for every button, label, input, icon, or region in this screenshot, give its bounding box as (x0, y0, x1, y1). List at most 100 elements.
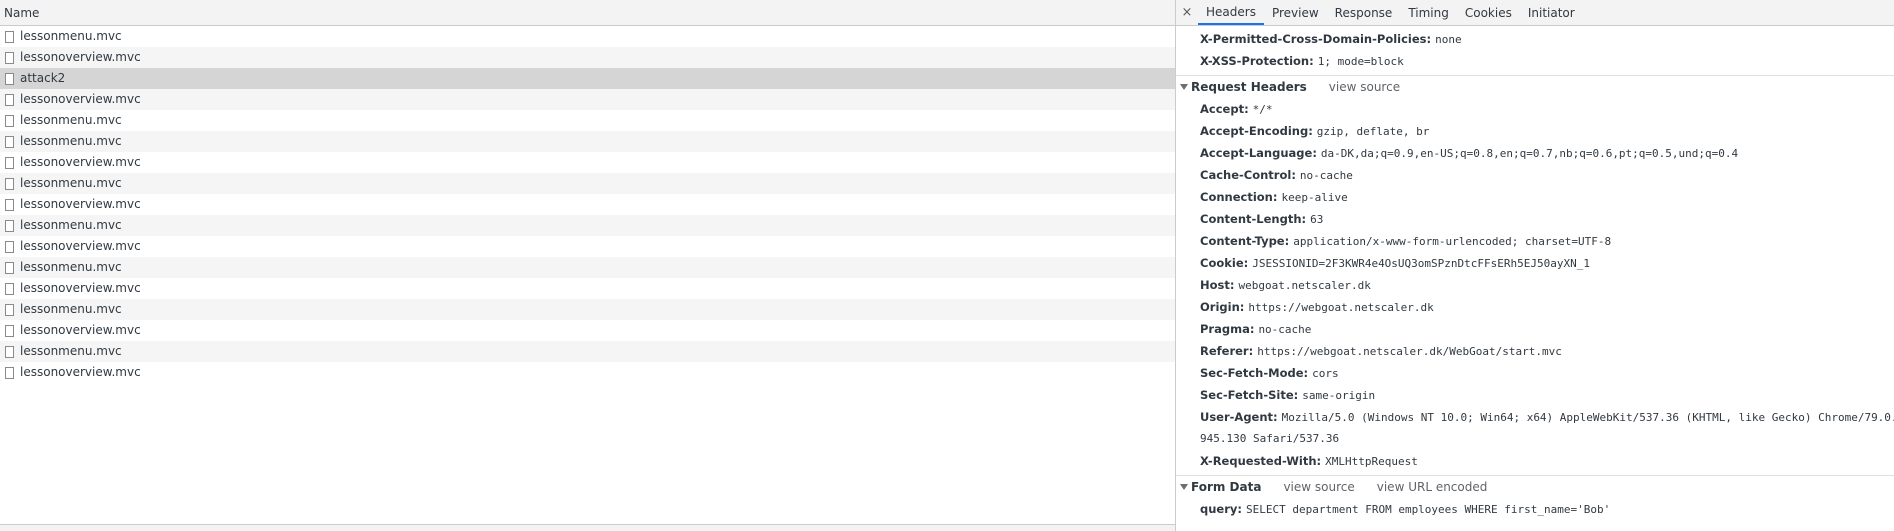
request-name: lessonoverview.mvc (20, 197, 141, 211)
file-icon (5, 156, 14, 169)
request-row[interactable]: lessonmenu.mvc (0, 173, 1175, 194)
request-row[interactable]: lessonmenu.mvc (0, 131, 1175, 152)
header-row: X-Requested-With: XMLHttpRequest (1176, 450, 1894, 472)
response-headers-list: X-Permitted-Cross-Domain-Policies: none X-… (1176, 28, 1894, 72)
request-row[interactable]: lessonoverview.mvc (0, 194, 1175, 215)
request-row[interactable]: lessonoverview.mvc (0, 89, 1175, 110)
header-key: Accept-Encoding: (1200, 124, 1313, 138)
request-row[interactable]: lessonoverview.mvc (0, 236, 1175, 257)
tab-initiator[interactable]: Initiator (1520, 0, 1583, 25)
header-row: User-Agent: Mozilla/5.0 (Windows NT 10.0;… (1176, 406, 1894, 428)
header-key: Origin: (1200, 300, 1245, 314)
request-row[interactable]: lessonoverview.mvc (0, 278, 1175, 299)
request-row[interactable]: lessonmenu.mvc (0, 341, 1175, 362)
request-row[interactable]: lessonmenu.mvc (0, 299, 1175, 320)
details-tab-bar: × Headers Preview Response Timing Cookies Ini… (1176, 0, 1894, 26)
view-source-link[interactable]: view source (1329, 76, 1400, 98)
header-value: gzip, deflate, br (1316, 125, 1430, 138)
request-row[interactable]: lessonmenu.mvc (0, 215, 1175, 236)
form-data-title: Form Data (1191, 480, 1262, 494)
header-row: Host: webgoat.netscaler.dk (1176, 274, 1894, 296)
request-name: lessonmenu.mvc (20, 260, 122, 274)
header-row: Accept-Encoding: gzip, deflate, br (1176, 120, 1894, 142)
header-value: https://webgoat.netscaler.dk (1248, 301, 1434, 314)
header-value: */* (1252, 103, 1273, 116)
request-name: lessonmenu.mvc (20, 134, 122, 148)
header-row: Referer: https://webgoat.netscaler.dk/Web… (1176, 340, 1894, 362)
header-value: same-origin (1302, 389, 1376, 402)
tab-headers[interactable]: Headers (1198, 0, 1264, 25)
form-view-source-link[interactable]: view source (1283, 476, 1354, 498)
file-icon (5, 303, 14, 316)
file-icon (5, 240, 14, 253)
header-key: X-XSS-Protection: (1200, 54, 1314, 68)
header-row: Sec-Fetch-Site: same-origin (1176, 384, 1894, 406)
header-key: Accept-Language: (1200, 146, 1317, 160)
request-row[interactable]: attack2 (0, 68, 1175, 89)
header-value: 63 (1310, 213, 1324, 226)
tab-response[interactable]: Response (1327, 0, 1401, 25)
request-row[interactable]: lessonoverview.mvc (0, 362, 1175, 383)
header-row: Cookie: JSESSIONID=2F3KWR4e4OsUQ3omSPznDt… (1176, 252, 1894, 274)
view-url-encoded-link[interactable]: view URL encoded (1377, 476, 1488, 498)
header-value: XMLHttpRequest (1325, 455, 1418, 468)
request-list: lessonmenu.mvc lessonoverview.mvc attack2 l… (0, 26, 1175, 383)
header-value: keep-alive (1281, 191, 1348, 204)
header-row: Content-Type: application/x-www-form-urle… (1176, 230, 1894, 252)
request-row[interactable]: lessonoverview.mvc (0, 152, 1175, 173)
request-row[interactable]: lessonmenu.mvc (0, 26, 1175, 47)
collapse-triangle-icon[interactable] (1180, 484, 1188, 490)
collapse-triangle-icon[interactable] (1180, 84, 1188, 90)
request-row[interactable]: lessonoverview.mvc (0, 47, 1175, 68)
tab-preview[interactable]: Preview (1264, 0, 1327, 25)
header-value: JSESSIONID=2F3KWR4e4OsUQ3omSPznDtcFFsERh… (1252, 257, 1590, 270)
header-row: Accept: */* (1176, 98, 1894, 120)
header-key: Sec-Fetch-Mode: (1200, 366, 1309, 380)
header-key: Sec-Fetch-Site: (1200, 388, 1299, 402)
header-key: Content-Length: (1200, 212, 1307, 226)
name-column-label: Name (4, 6, 40, 20)
header-row: Sec-Fetch-Mode: cors (1176, 362, 1894, 384)
file-icon (5, 93, 14, 106)
tab-cookies[interactable]: Cookies (1457, 0, 1520, 25)
header-row: X-XSS-Protection: 1; mode=block (1176, 50, 1894, 72)
request-headers-title: Request Headers (1191, 80, 1307, 94)
file-icon (5, 219, 14, 232)
request-name: lessonmenu.mvc (20, 176, 122, 190)
request-name: lessonoverview.mvc (20, 365, 141, 379)
request-row[interactable]: lessonmenu.mvc (0, 257, 1175, 278)
request-headers-list: Accept: */* Accept-Encoding: gzip, deflate,… (1176, 98, 1894, 472)
header-key: query: (1200, 502, 1242, 516)
tab-timing[interactable]: Timing (1400, 0, 1457, 25)
header-key: Referer: (1200, 344, 1254, 358)
header-row: Pragma: no-cache (1176, 318, 1894, 340)
form-data-section-header[interactable]: Form Data view source view URL encoded (1176, 475, 1894, 498)
devtools-network-panel: Name lessonmenu.mvc lessonoverview.mvc att… (0, 0, 1894, 531)
request-name: lessonmenu.mvc (20, 302, 122, 316)
file-icon (5, 177, 14, 190)
request-list-pane: Name lessonmenu.mvc lessonoverview.mvc att… (0, 0, 1176, 531)
file-icon (5, 135, 14, 148)
list-bottom-scrollbar[interactable] (0, 524, 1175, 531)
header-value: webgoat.netscaler.dk (1238, 279, 1371, 292)
name-column-header[interactable]: Name (0, 0, 1175, 26)
request-row[interactable]: lessonmenu.mvc (0, 110, 1175, 131)
header-value: cors (1312, 367, 1339, 380)
header-value: https://webgoat.netscaler.dk/WebGoat/sta… (1257, 345, 1562, 358)
file-icon (5, 324, 14, 337)
header-value-continuation: 945.130 Safari/537.36 (1200, 432, 1340, 445)
header-key: Cache-Control: (1200, 168, 1296, 182)
request-name: attack2 (20, 71, 66, 85)
request-name: lessonoverview.mvc (20, 92, 141, 106)
request-headers-section-header[interactable]: Request Headers view source (1176, 75, 1894, 98)
header-key: Content-Type: (1200, 234, 1290, 248)
close-icon[interactable]: × (1176, 0, 1198, 25)
details-tabs: Headers Preview Response Timing Cookies Initi… (1198, 0, 1583, 25)
header-row: Cache-Control: no-cache (1176, 164, 1894, 186)
header-value: da-DK,da;q=0.9,en-US;q=0.8,en;q=0.7,nb;q… (1320, 147, 1739, 160)
request-name: lessonoverview.mvc (20, 323, 141, 337)
request-row[interactable]: lessonoverview.mvc (0, 320, 1175, 341)
header-value: 1; mode=block (1317, 55, 1404, 68)
request-name: lessonoverview.mvc (20, 281, 141, 295)
file-icon (5, 366, 14, 379)
